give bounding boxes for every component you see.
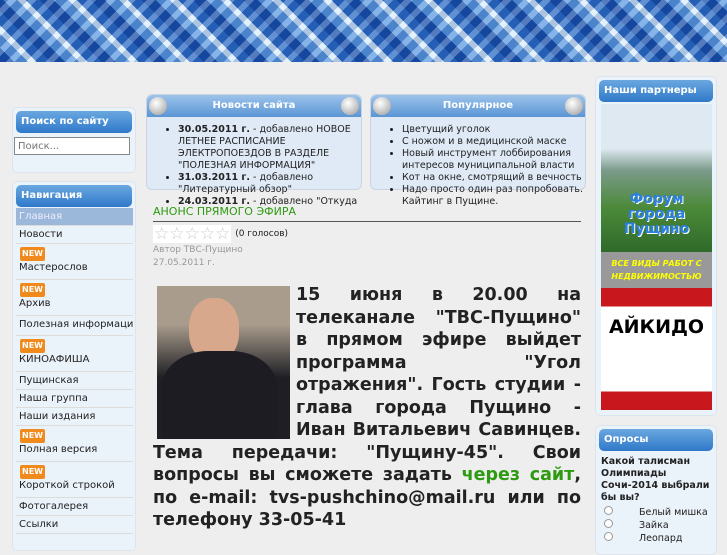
poll-option[interactable]: Белый мишка <box>604 506 716 519</box>
popular-title: Популярное <box>442 100 514 111</box>
navigation-menu: Главная Новости NEW Мастерослов NEW Архив … <box>16 208 133 534</box>
new-badge: NEW <box>20 247 45 261</box>
nav-item-full-version[interactable]: Полная версия <box>19 444 130 456</box>
aikido-banner[interactable]: АЙКИДО <box>601 288 712 410</box>
poll-option[interactable]: Леопард <box>604 532 716 545</box>
partners-title: Наши партнеры <box>599 80 713 102</box>
article: АНОНС ПРЯМОГО ЭФИРА ☆☆☆☆☆ (0 голосов) Ав… <box>153 205 581 532</box>
search-input[interactable] <box>14 137 130 155</box>
article-date: 27.05.2011 г. <box>153 258 215 268</box>
nav-item-archive[interactable]: Архив <box>19 298 130 310</box>
new-badge: NEW <box>20 465 45 479</box>
partners-box: Наши партнеры Форум города Пущино ВСЕ ВИ… <box>595 76 717 416</box>
poll-title: Опросы <box>599 429 713 451</box>
site-news-list: 30.05.2011 г. - добавлено НОВОЕ ЛЕТНЕЕ Р… <box>146 124 362 206</box>
poll-question: Какой талисман Олимпиады Сочи-2014 выбра… <box>601 456 710 503</box>
nav-item-useful-info[interactable]: Полезная информаци <box>16 316 133 336</box>
nav-item-short-line[interactable]: Короткой строкой <box>19 480 130 492</box>
nav-item-masteroslov[interactable]: Мастерослов <box>19 262 130 274</box>
popular-item[interactable]: Новый инструмент лоббирования интересов … <box>402 148 590 172</box>
nav-item-publications[interactable]: Наши издания <box>16 408 133 426</box>
nav-item-photogallery[interactable]: Фотогалерея <box>16 498 133 516</box>
vote-count: (0 голосов) <box>235 229 289 239</box>
search-title: Поиск по сайту <box>16 111 132 133</box>
nav-item-pushchinskaya[interactable]: Пущинская <box>16 372 133 390</box>
header-banner <box>0 0 727 62</box>
news-item[interactable]: 31.03.2011 г. - добавлено "Литературный … <box>178 172 362 196</box>
nav-item-links[interactable]: Ссылки <box>16 516 133 534</box>
forum-banner[interactable]: Форум города Пущино <box>601 104 712 252</box>
popular-item[interactable]: С ножом и в медицинской маске <box>402 136 590 148</box>
popular-item[interactable]: Кот на окне, смотрящий в вечность <box>402 172 590 184</box>
poll-option[interactable]: Зайка <box>604 519 716 532</box>
via-site-link[interactable]: через сайт <box>462 465 575 485</box>
popular-list: Цветущий уголок С ножом и в медицинской … <box>370 124 590 208</box>
navigation-title: Навигация <box>16 185 132 207</box>
rating-stars[interactable]: ☆☆☆☆☆ <box>153 225 232 243</box>
new-badge: NEW <box>20 283 45 297</box>
new-badge: NEW <box>20 429 45 443</box>
realty-banner[interactable]: ВСЕ ВИДЫ РАБОТ С НЕДВИЖИМОСТЬЮ <box>601 252 712 288</box>
nav-item-home[interactable]: Главная <box>16 208 133 226</box>
nav-item-kinoafisha[interactable]: КИНОАФИША <box>19 354 130 366</box>
news-item[interactable]: 30.05.2011 г. - добавлено НОВОЕ ЛЕТНЕЕ Р… <box>178 124 362 172</box>
new-badge: NEW <box>20 339 45 353</box>
nav-item-news[interactable]: Новости <box>16 226 133 244</box>
popular-item[interactable]: Цветущий уголок <box>402 124 590 136</box>
nav-item-group[interactable]: Наша группа <box>16 390 133 408</box>
article-photo <box>157 286 290 439</box>
site-news-title: Новости сайта <box>212 100 296 111</box>
forum-banner-text: Форум города Пущино <box>623 191 690 237</box>
article-author: Автор ТВС-Пущино <box>153 245 243 255</box>
aikido-text: АЙКИДО <box>608 316 705 338</box>
poll-box: Опросы Какой талисман Олимпиады Сочи-201… <box>595 425 717 555</box>
article-title[interactable]: АНОНС ПРЯМОГО ЭФИРА <box>153 205 581 222</box>
